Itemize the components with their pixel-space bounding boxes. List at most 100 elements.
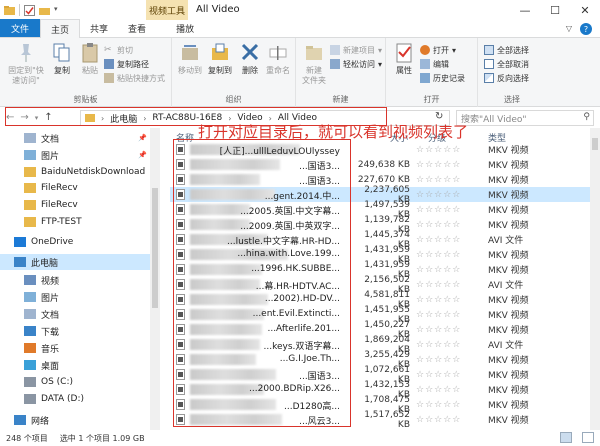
nav-item[interactable]: FileRecv [0,197,78,213]
nav-item[interactable]: 视频 [0,272,59,288]
select-none-icon [484,59,494,69]
file-size: 1,517,652 KB [364,409,410,430]
nav-item[interactable]: 音乐 [0,340,59,356]
nav-item[interactable]: 图片 [0,289,59,305]
tab-view[interactable]: 查看 [118,19,156,37]
properties-check-icon[interactable] [24,4,35,16]
copy-path-label: 复制路径 [117,59,149,69]
nav-item[interactable]: 网络 [0,412,49,428]
move-to-icon [182,45,198,60]
scissors-icon: ✂ [104,45,112,55]
nav-item-label: FTP-TEST [41,217,82,227]
rating-stars-icon[interactable]: ☆☆☆☆☆ [416,340,461,350]
nav-item[interactable]: 桌面 [0,357,59,373]
edit-button[interactable]: 编辑 [420,58,449,70]
close-button[interactable]: ✕ [570,0,600,20]
new-folder-button[interactable]: 新建 文件夹 [296,42,332,86]
invert-selection-button[interactable]: 反向选择 [484,72,529,84]
rating-stars-icon[interactable]: ☆☆☆☆☆ [416,145,461,155]
nav-item[interactable]: 此电脑 [0,254,160,270]
network-icon [14,415,26,425]
rating-stars-icon[interactable]: ☆☆☆☆☆ [416,355,461,365]
file-type: MKV 视频 [488,371,529,381]
history-label: 历史记录 [433,73,465,83]
nav-item[interactable]: 下载 [0,323,59,339]
rename-button[interactable]: 重命名 [260,42,296,76]
file-list-scroll-thumb[interactable] [592,138,598,150]
pin-icon[interactable]: 📌 [138,134,147,142]
tab-play[interactable]: 播放 [166,19,204,37]
file-list-scrollbar[interactable] [590,128,600,430]
rating-stars-icon[interactable]: ☆☆☆☆☆ [416,205,461,215]
nav-pane-scroll-thumb[interactable] [152,188,158,308]
nav-item[interactable]: DATA (D:) [0,391,84,407]
nav-item-label: 下载 [41,327,60,338]
maximize-button[interactable]: ☐ [540,0,570,20]
title-bar: ▾ 视频工具 All Video — ☐ ✕ [0,0,600,20]
rating-stars-icon[interactable]: ☆☆☆☆☆ [416,220,461,230]
nav-pane-scrollbar[interactable] [150,128,160,430]
chevron-down-icon[interactable]: ▽ [566,24,572,33]
rating-stars-icon[interactable]: ☆☆☆☆☆ [416,295,461,305]
nav-item[interactable]: 图片 📌 [0,147,147,163]
large-icons-view-icon[interactable] [582,432,594,443]
open-button[interactable]: 打开 ▾ [420,44,456,56]
easy-access-icon [330,59,340,69]
rating-stars-icon[interactable]: ☆☆☆☆☆ [416,385,461,395]
new-item-button[interactable]: 新建项目 ▾ [330,44,382,56]
new-folder-icon[interactable] [39,5,50,16]
tab-file[interactable]: 文件 [0,19,41,37]
file-size: 227,670 KB [357,174,410,185]
cut-button[interactable]: ✂ 剪切 [104,44,133,56]
pin-icon[interactable]: 📌 [138,151,147,159]
rating-stars-icon[interactable]: ☆☆☆☆☆ [416,280,461,290]
pin-quick-access-button[interactable]: 固定到"快 速访问" [4,42,48,86]
nav-item[interactable]: BaiduNetdiskDownload [0,164,145,180]
file-list-highlight-box [173,139,351,427]
organize-group: 移动到 复制到 删除 重命名 组织 [172,38,296,107]
paste-button[interactable]: 粘贴 [72,42,108,76]
help-icon[interactable]: ? [580,23,592,35]
select-none-button[interactable]: 全部取消 [484,58,529,70]
rating-stars-icon[interactable]: ☆☆☆☆☆ [416,400,461,410]
properties-button[interactable]: 属性 [386,42,422,76]
easy-access-button[interactable]: 轻松访问 ▾ [330,58,382,70]
rating-stars-icon[interactable]: ☆☆☆☆☆ [416,325,461,335]
rating-stars-icon[interactable]: ☆☆☆☆☆ [416,250,461,260]
rating-stars-icon[interactable]: ☆☆☆☆☆ [416,190,461,200]
tab-home[interactable]: 主页 [40,19,81,38]
file-type: MKV 视频 [488,401,529,411]
open-group: 属性 打开 ▾ 编辑 历史记录 打开 [386,38,478,107]
rating-stars-icon[interactable]: ☆☆☆☆☆ [416,265,461,275]
new-item-label: 新建项目 [343,45,375,55]
nav-item-label: DATA (D:) [41,394,85,404]
nav-item[interactable]: OneDrive [0,234,73,250]
file-type: AVI 文件 [488,281,524,291]
pin-icon [21,44,31,62]
rating-stars-icon[interactable]: ☆☆☆☆☆ [416,370,461,380]
search-input[interactable]: 搜索"All Video" ⚲ [456,110,594,126]
nav-item[interactable]: 文档 📌 [0,130,147,146]
toolbar-divider [19,4,20,16]
nav-item[interactable]: FTP-TEST [0,214,82,230]
status-bar: 248 个项目 选中 1 个项目 1.09 GB [0,430,600,446]
paste-shortcut-button[interactable]: 粘贴快捷方式 [104,72,165,84]
rating-stars-icon[interactable]: ☆☆☆☆☆ [416,175,461,185]
file-type: MKV 视频 [488,326,529,336]
rating-stars-icon[interactable]: ☆☆☆☆☆ [416,235,461,245]
nav-item[interactable]: OS (C:) [0,374,73,390]
select-all-button[interactable]: 全部选择 [484,44,529,56]
minimize-button[interactable]: — [510,0,540,20]
nav-item[interactable]: FileRecv [0,180,78,196]
rating-stars-icon[interactable]: ☆☆☆☆☆ [416,160,461,170]
details-view-icon[interactable] [560,432,572,443]
nav-item[interactable]: 文档 [0,306,59,322]
customize-chevron-icon[interactable]: ▾ [54,5,65,16]
document-folder-icon [24,309,36,319]
copy-path-button[interactable]: 复制路径 [104,58,149,70]
new-group: 新建 文件夹 新建项目 ▾ 轻松访问 ▾ 新建 [296,38,386,107]
history-button[interactable]: 历史记录 [420,72,465,84]
tab-share[interactable]: 共享 [80,19,118,37]
rating-stars-icon[interactable]: ☆☆☆☆☆ [416,415,461,425]
rating-stars-icon[interactable]: ☆☆☆☆☆ [416,310,461,320]
